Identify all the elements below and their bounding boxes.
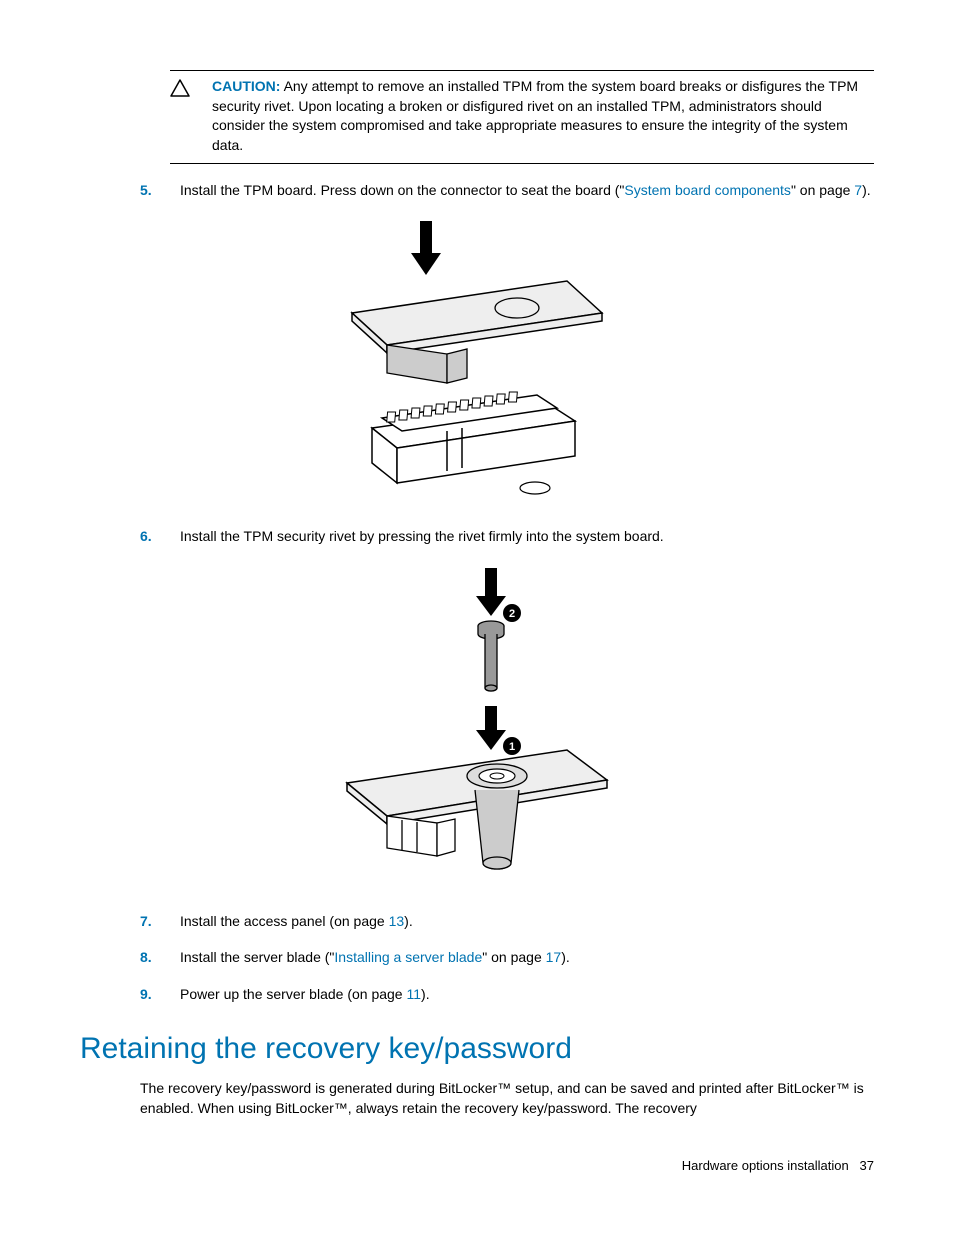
step-7-text: Install the access panel (on page 13). — [180, 911, 874, 931]
link-system-board[interactable]: System board components — [624, 182, 791, 198]
step-9-text: Power up the server blade (on page 11). — [180, 984, 874, 1004]
caution-label: CAUTION: — [212, 78, 280, 94]
step-9-number: 9. — [140, 984, 180, 1004]
footer-page: 37 — [860, 1158, 874, 1173]
step-7-number: 7. — [140, 911, 180, 931]
figure-tpm-board-install — [80, 213, 874, 506]
link-install-blade[interactable]: Installing a server blade — [334, 949, 482, 965]
caution-icon — [170, 79, 190, 100]
link-page-17[interactable]: 17 — [546, 949, 562, 965]
step-6: 6. Install the TPM security rivet by pre… — [140, 526, 874, 546]
caution-text: CAUTION: Any attempt to remove an instal… — [212, 77, 874, 155]
page-footer: Hardware options installation 37 — [682, 1158, 874, 1173]
svg-text:1: 1 — [509, 741, 515, 753]
step-7: 7. Install the access panel (on page 13)… — [140, 911, 874, 931]
link-page-13[interactable]: 13 — [389, 913, 405, 929]
link-page-11[interactable]: 11 — [406, 986, 421, 1002]
figure-tpm-rivet-install: 2 1 — [80, 558, 874, 891]
step-8-text: Install the server blade ("Installing a … — [180, 947, 874, 967]
footer-section: Hardware options installation — [682, 1158, 849, 1173]
caution-body: Any attempt to remove an installed TPM f… — [212, 78, 858, 153]
step-5-number: 5. — [140, 180, 180, 200]
caution-box: CAUTION: Any attempt to remove an instal… — [170, 70, 874, 164]
step-6-text: Install the TPM security rivet by pressi… — [180, 526, 874, 546]
step-6-number: 6. — [140, 526, 180, 546]
step-8-number: 8. — [140, 947, 180, 967]
link-page-7[interactable]: 7 — [854, 182, 862, 198]
svg-text:2: 2 — [509, 608, 515, 620]
step-9: 9. Power up the server blade (on page 11… — [140, 984, 874, 1004]
step-5: 5. Install the TPM board. Press down on … — [140, 180, 874, 200]
body-paragraph: The recovery key/password is generated d… — [140, 1078, 874, 1119]
step-8: 8. Install the server blade ("Installing… — [140, 947, 874, 967]
heading-retain-recovery: Retaining the recovery key/password — [80, 1032, 874, 1066]
step-5-text: Install the TPM board. Press down on the… — [180, 180, 874, 200]
